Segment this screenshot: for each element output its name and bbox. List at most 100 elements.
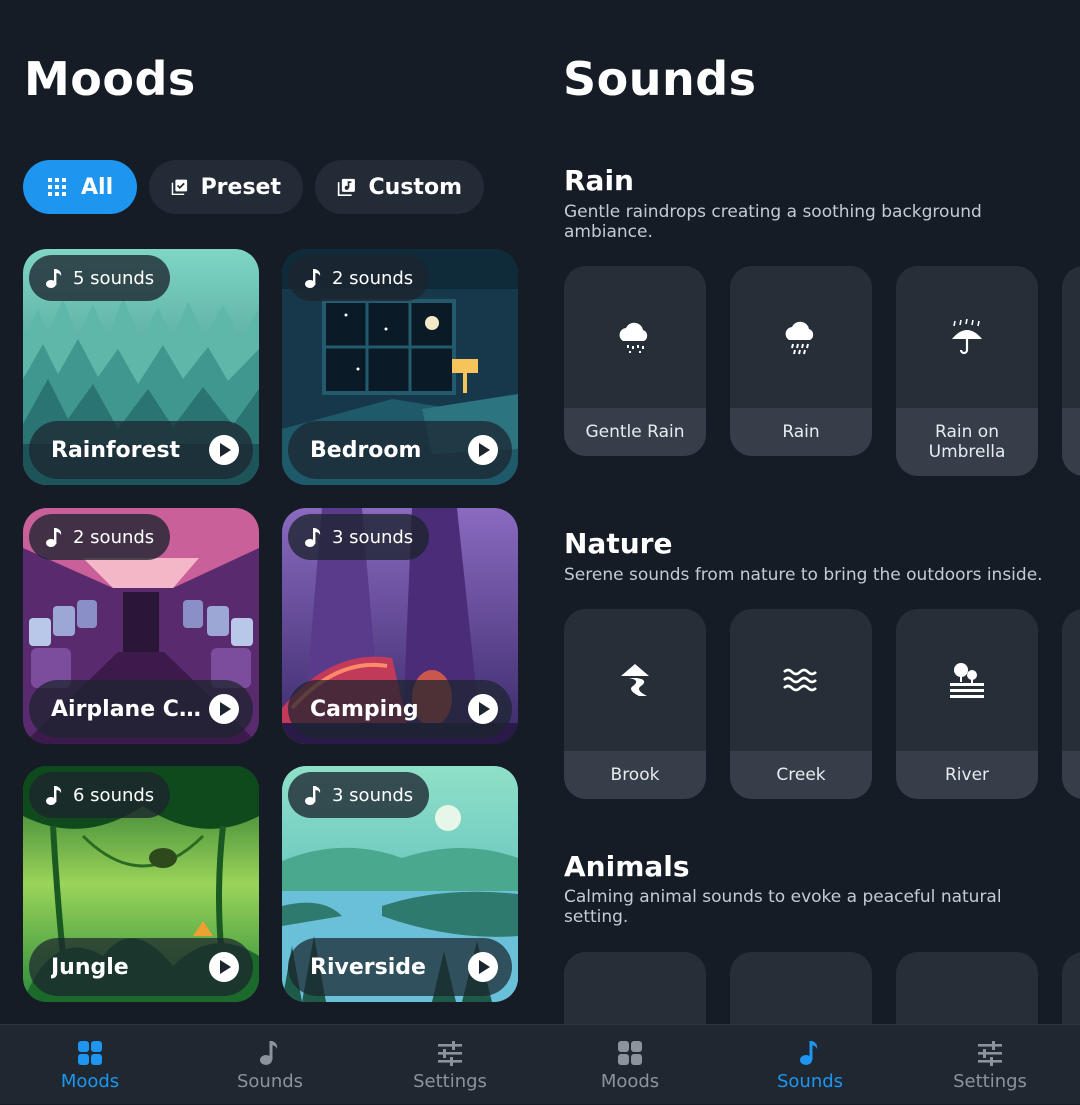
mood-card-jungle[interactable]: 6 sounds Jungle <box>23 766 259 1002</box>
checked-list-icon <box>171 179 188 196</box>
page-title: Sounds <box>563 52 757 106</box>
light-rain-cloud-icon <box>619 322 648 353</box>
sound-label: Creek <box>730 751 872 799</box>
sound-count: 2 sounds <box>332 267 414 289</box>
sound-count-badge: 2 sounds <box>29 514 171 560</box>
mood-card-footer: Camping <box>288 680 512 738</box>
grid-icon <box>48 178 66 196</box>
section-title-rain: Rain <box>564 164 634 197</box>
moods-grid-icon <box>618 1040 642 1065</box>
chip-label: Preset <box>200 174 281 200</box>
page-title: Moods <box>24 52 196 106</box>
sound-count-badge: 3 sounds <box>288 772 430 818</box>
mood-card-footer: Jungle <box>29 938 253 996</box>
mood-name: Rainforest <box>51 437 181 463</box>
nav-moods-right[interactable]: Moods <box>540 1025 720 1105</box>
rain-cloud-icon <box>785 321 814 355</box>
play-icon[interactable] <box>468 694 498 724</box>
section-description: Serene sounds from nature to bring the o… <box>564 565 1043 585</box>
sound-count-badge: 2 sounds <box>288 255 430 301</box>
nav-settings-right[interactable]: Settings <box>900 1025 1080 1105</box>
sound-count: 5 sounds <box>73 267 155 289</box>
nav-sounds-left[interactable]: Sounds <box>180 1025 360 1105</box>
music-note-icon <box>800 1040 818 1065</box>
umbrella-rain-icon <box>952 318 982 355</box>
sound-count-badge: 5 sounds <box>29 255 171 301</box>
sound-label-partial <box>1062 751 1080 799</box>
music-note-icon <box>305 786 321 805</box>
mood-card-bedroom[interactable]: 2 sounds Bedroom <box>282 249 518 485</box>
nav-sounds-right[interactable]: Sounds <box>720 1025 900 1105</box>
play-icon[interactable] <box>468 952 498 982</box>
sliders-icon <box>438 1040 462 1066</box>
sound-tile-brook[interactable]: Brook <box>564 609 706 799</box>
sound-label: Rain on Umbrella <box>896 408 1038 476</box>
sound-tile-rain[interactable]: Rain <box>730 266 872 456</box>
bottom-navigation: Moods Sounds Settings Moods Sounds Setti… <box>0 1024 1080 1104</box>
play-icon[interactable] <box>209 435 239 465</box>
chip-label: All <box>81 174 114 200</box>
nav-label: Sounds <box>236 1070 304 1092</box>
sound-tile-nature-partial[interactable] <box>1062 609 1080 799</box>
waves-icon <box>783 668 817 692</box>
mood-name: Jungle <box>51 954 129 980</box>
sound-tile-rain-partial[interactable] <box>1062 266 1080 476</box>
sound-label: Gentle Rain <box>564 408 706 456</box>
sound-tile-animal-partial[interactable] <box>1062 952 1080 1024</box>
music-note-icon <box>46 269 62 288</box>
play-icon[interactable] <box>209 952 239 982</box>
sound-tile-river[interactable]: River <box>896 609 1038 799</box>
filter-preset-chip[interactable]: Preset <box>149 160 303 214</box>
nav-label: Moods <box>60 1070 120 1092</box>
music-note-icon <box>46 528 62 547</box>
section-description: Gentle raindrops creating a soothing bac… <box>564 202 982 242</box>
sound-count: 6 sounds <box>73 784 155 806</box>
sound-count: 3 sounds <box>332 526 414 548</box>
mood-name: Camping <box>310 696 419 722</box>
nav-label: Settings <box>953 1070 1027 1092</box>
brook-icon <box>621 664 649 696</box>
sound-tile-gentle-rain[interactable]: Gentle Rain <box>564 266 706 456</box>
sound-tile-animal-2[interactable] <box>730 952 872 1024</box>
play-icon[interactable] <box>468 435 498 465</box>
nav-label: Moods <box>600 1070 660 1092</box>
mood-card-rainforest[interactable]: 5 sounds Rainforest <box>23 249 259 485</box>
sound-tile-animal-3[interactable] <box>896 952 1038 1024</box>
mood-name: Riverside <box>310 954 426 980</box>
sound-label-partial <box>1062 408 1080 476</box>
nav-moods-left[interactable]: Moods <box>0 1025 180 1105</box>
frog-icon <box>615 1003 655 1024</box>
sliders-icon <box>978 1040 1002 1066</box>
music-note-icon <box>305 528 321 547</box>
mood-card-footer: Airplane C... <box>29 680 253 738</box>
river-trees-icon <box>950 663 984 698</box>
sound-count-badge: 6 sounds <box>29 772 171 818</box>
sound-count: 2 sounds <box>73 526 155 548</box>
nav-label: Sounds <box>776 1070 844 1092</box>
sound-label: Rain <box>730 408 872 456</box>
cricket-icon <box>781 1003 821 1024</box>
nav-settings-left[interactable]: Settings <box>360 1025 540 1105</box>
mood-name: Airplane C... <box>51 696 201 722</box>
music-note-icon <box>46 786 62 805</box>
filter-custom-chip[interactable]: Custom <box>315 160 484 214</box>
mood-name: Bedroom <box>310 437 422 463</box>
sound-tile-creek[interactable]: Creek <box>730 609 872 799</box>
chip-label: Custom <box>368 174 462 200</box>
sound-tile-rain-on-umbrella[interactable]: Rain on Umbrella <box>896 266 1038 476</box>
section-description: Calming animal sounds to evoke a peacefu… <box>564 887 1002 927</box>
mood-card-riverside[interactable]: 3 sounds Riverside <box>282 766 518 1002</box>
music-note-icon <box>305 269 321 288</box>
play-icon[interactable] <box>209 694 239 724</box>
mood-card-airplane-cabin[interactable]: 2 sounds Airplane C... <box>23 508 259 744</box>
filter-all-chip[interactable]: All <box>23 160 137 214</box>
sound-label: River <box>896 751 1038 799</box>
mood-card-camping[interactable]: 3 sounds Camping <box>282 508 518 744</box>
section-title-animals: Animals <box>564 850 690 883</box>
mood-card-footer: Riverside <box>288 938 512 996</box>
bird-icon <box>947 1003 987 1024</box>
section-title-nature: Nature <box>564 527 673 560</box>
sound-count-badge: 3 sounds <box>288 514 430 560</box>
moods-grid-icon <box>78 1040 102 1065</box>
sound-tile-animal-1[interactable] <box>564 952 706 1024</box>
